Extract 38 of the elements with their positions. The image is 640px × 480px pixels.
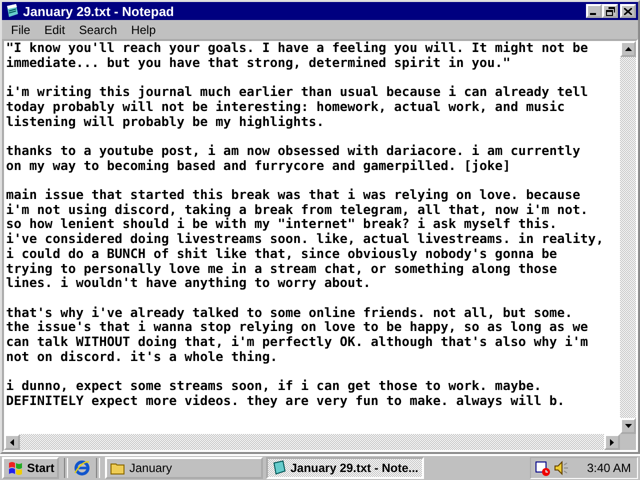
menu-item[interactable]: File <box>4 22 38 36</box>
window-title: January 29.txt - Notepad <box>23 4 175 18</box>
restore-icon <box>606 6 614 16</box>
vertical-scrollbar[interactable] <box>620 41 636 434</box>
taskbar-button[interactable]: January <box>105 457 264 479</box>
minimize-button[interactable] <box>586 4 602 18</box>
close-button[interactable] <box>620 4 636 18</box>
horizontal-scrollbar[interactable] <box>4 434 620 450</box>
scroll-left-button[interactable] <box>4 434 20 450</box>
text-paragraph: i dunno, expect some streams soon, if i can get those to work. maybe. DEFINITELY expect more videos. they are very fun to make. always will b. <box>6 380 566 410</box>
browser-icon[interactable] <box>73 459 92 477</box>
up-arrow-icon <box>624 47 632 51</box>
clock: 3:40 AM <box>586 461 631 475</box>
left-arrow-icon <box>10 438 14 446</box>
windows-logo-icon <box>7 461 25 475</box>
text-paragraph: i'm writing this journal much earlier than usual because i can already tell today probably will not be interesting: homework, actual work, and music listening will probably be my highlights. <box>6 86 590 130</box>
right-arrow-icon <box>610 438 614 446</box>
scroll-right-button[interactable] <box>604 434 620 450</box>
scheduler-icon[interactable] <box>534 460 551 476</box>
down-arrow-icon <box>624 424 632 428</box>
taskbar-button[interactable]: January 29.txt - Note... <box>266 457 424 479</box>
restore-button[interactable] <box>602 4 618 18</box>
menu-item[interactable]: Edit <box>37 22 72 36</box>
speaker-icon[interactable] <box>552 460 569 476</box>
scroll-up-button[interactable] <box>620 41 636 57</box>
scrollbar-corner <box>620 434 636 450</box>
menu-item[interactable]: Help <box>124 22 163 36</box>
close-icon <box>624 8 632 14</box>
scroll-down-button[interactable] <box>620 418 636 434</box>
notepad-icon <box>271 460 288 476</box>
text-paragraph: main issue that started this break was that i was relying on love. because i'm not using discord, taking a break from telegram, all that, now i'm not. so how lenient should i be with my "internet" break? i ask myself this. i've considered doing livestreams soon. like, actual livestreams. in reality, i could do a BUNCH of shit like that, since obviously nobody's gonna be trying to personally love me in a stream chat, or something along those lines. i wouldn't have anything to worry about. <box>6 188 605 292</box>
notepad-icon <box>4 3 20 19</box>
text-paragraph: that's why i've already talked to some online friends. not all, but some. the issue's that i wanna stop relying on love to be happy, so as long as we can talk WITHOUT doing that, i'm perfectly OK. although that's also why i'm not on discord. it's a whole thing. <box>6 306 590 366</box>
folder-icon <box>110 461 126 475</box>
text-paragraph: thanks to a youtube post, i am now obsessed with dariacore. i am currently on my way to becoming based and furrycore and gamerpilled. [joke] <box>6 144 582 174</box>
text-paragraph: "I know you'll reach your goals. I have a feeling you will. It might not be immediate... but you have that strong, determined spirit in you." <box>6 42 590 72</box>
menu-item[interactable]: Search <box>72 22 124 36</box>
start-button[interactable]: Start <box>2 457 60 479</box>
